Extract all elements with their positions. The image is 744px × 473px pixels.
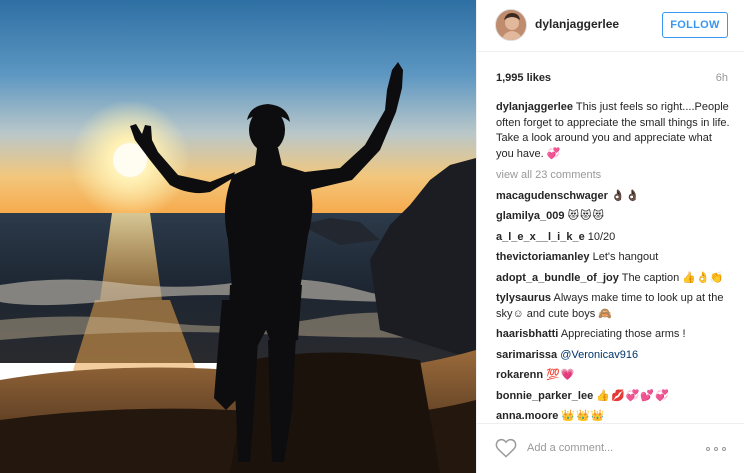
comment-item: anna.moore 👑👑👑 bbox=[496, 409, 732, 423]
post-stats: 1,995 likes 6h bbox=[496, 72, 728, 88]
comment-item: haarisbhatti Appreciating those arms ! bbox=[496, 327, 732, 343]
more-options-icon[interactable] bbox=[706, 440, 728, 456]
comment-text: 👌🏿👌🏿 bbox=[610, 189, 641, 202]
caption-username[interactable]: dylanjaggerlee bbox=[496, 101, 573, 113]
comment-text: 👍💋💞💕💞 bbox=[596, 389, 670, 402]
avatar[interactable] bbox=[495, 9, 527, 41]
comment-text: The caption 👍👌👏 bbox=[621, 271, 724, 284]
comment-item: macagudenschwager 👌🏿👌🏿 bbox=[496, 189, 732, 205]
comment-username[interactable]: a_l_e_x__l_i_k_e bbox=[496, 231, 585, 243]
comment-username[interactable]: sarimarissa bbox=[496, 349, 557, 361]
comment-item: adopt_a_bundle_of_joy The caption 👍👌👏 bbox=[496, 271, 732, 287]
comment-text: 💯💗 bbox=[546, 369, 576, 381]
heart-outline-icon[interactable] bbox=[495, 438, 517, 458]
comment-mention-link[interactable]: @Veronicav916 bbox=[560, 349, 638, 361]
comment-username[interactable]: tylysaurus bbox=[496, 292, 551, 304]
sunset-beach-image bbox=[0, 0, 476, 473]
comment-text: Let's hangout bbox=[592, 251, 659, 263]
comment-username[interactable]: bonnie_parker_lee bbox=[496, 390, 593, 402]
comment-item: sarimarissa @Veronicav916 bbox=[496, 348, 732, 364]
add-comment-input[interactable] bbox=[527, 438, 692, 458]
post-photo bbox=[0, 0, 476, 473]
comment-text: 👑👑👑 bbox=[561, 410, 606, 422]
follow-button[interactable]: FOLLOW bbox=[662, 12, 728, 38]
comment-text: Appreciating those arms ! bbox=[560, 328, 686, 340]
post-caption: dylanjaggerlee This just feels so right.… bbox=[496, 100, 732, 162]
comment-composer-bar bbox=[477, 423, 744, 473]
post-author-username[interactable]: dylanjaggerlee bbox=[535, 17, 619, 31]
comment-username[interactable]: thevictoriamanley bbox=[496, 251, 590, 263]
comment-username[interactable]: rokarenn bbox=[496, 369, 543, 381]
comment-item: bonnie_parker_lee 👍💋💞💕💞 bbox=[496, 389, 732, 405]
comment-item: thevictoriamanley Let's hangout bbox=[496, 250, 732, 266]
comment-username[interactable]: anna.moore bbox=[496, 410, 558, 422]
comment-username[interactable]: glamilya_009 bbox=[496, 210, 565, 222]
post-sidebar: dylanjaggerlee FOLLOW 1,995 likes 6h dyl… bbox=[476, 0, 744, 473]
post-age: 6h bbox=[715, 72, 728, 84]
comment-item: a_l_e_x__l_i_k_e 10/20 bbox=[496, 230, 732, 246]
view-all-comments-link[interactable]: view all 23 comments bbox=[496, 168, 732, 184]
comment-username[interactable]: adopt_a_bundle_of_joy bbox=[496, 272, 619, 284]
comment-username[interactable]: haarisbhatti bbox=[496, 328, 558, 340]
comment-item: tylysaurus Always make time to look up a… bbox=[496, 291, 732, 322]
comment-item: rokarenn 💯💗 bbox=[496, 368, 732, 384]
likes-count[interactable]: 1,995 likes bbox=[496, 72, 551, 84]
comment-text: 10/20 bbox=[587, 230, 616, 243]
post-header: dylanjaggerlee FOLLOW bbox=[477, 0, 744, 52]
comments-feed: dylanjaggerlee This just feels so right.… bbox=[496, 100, 732, 423]
comment-item: glamilya_009 😻😻😻 bbox=[496, 209, 732, 225]
comment-text: 😻😻😻 bbox=[567, 210, 605, 222]
comment-username[interactable]: macagudenschwager bbox=[496, 190, 608, 202]
